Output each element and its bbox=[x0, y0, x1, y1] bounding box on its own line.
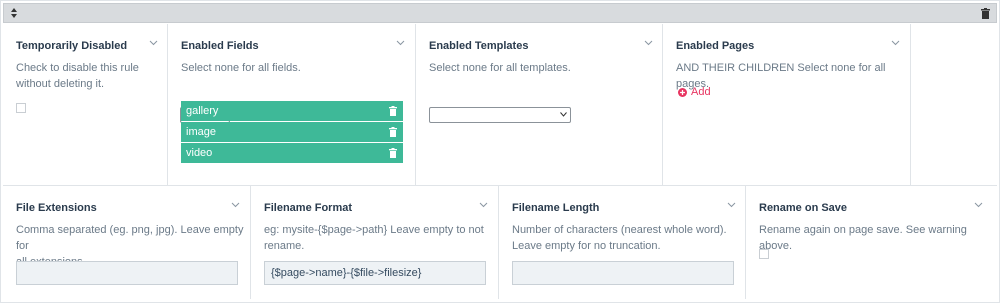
temporarily-disabled-checkbox[interactable] bbox=[16, 103, 26, 113]
trash-icon[interactable] bbox=[389, 127, 397, 137]
enabled-templates-cell: Enabled Templates Select none for all te… bbox=[416, 24, 663, 185]
filename-length-cell: Filename Length Number of characters (ne… bbox=[499, 186, 746, 299]
enabled-fields-title: Enabled Fields bbox=[181, 40, 259, 52]
file-extensions-title: File Extensions bbox=[16, 202, 97, 214]
enabled-fields-desc: Select none for all fields. bbox=[181, 62, 301, 74]
enabled-templates-desc: Select none for all templates. bbox=[429, 62, 571, 74]
chevron-down-icon[interactable] bbox=[149, 40, 158, 46]
chevron-down-icon[interactable] bbox=[974, 202, 983, 208]
field-tag-video[interactable]: video bbox=[181, 143, 403, 163]
temporarily-disabled-title: Temporarily Disabled bbox=[16, 40, 128, 52]
chevron-down-icon[interactable] bbox=[727, 202, 736, 208]
field-tag-image[interactable]: image bbox=[181, 122, 403, 142]
rule-row-1: Temporarily Disabled Check to disable th… bbox=[3, 24, 997, 185]
filename-length-input[interactable] bbox=[512, 261, 734, 285]
enabled-pages-title: Enabled Pages bbox=[676, 40, 755, 52]
enabled-templates-title: Enabled Templates bbox=[429, 40, 529, 52]
field-tag-gallery[interactable]: gallery bbox=[181, 101, 403, 121]
chevron-down-icon[interactable] bbox=[396, 40, 405, 46]
temporarily-disabled-cell: Temporarily Disabled Check to disable th… bbox=[3, 24, 168, 185]
sort-arrows-icon[interactable] bbox=[10, 7, 18, 19]
temporarily-disabled-desc: Check to disable this rule without delet… bbox=[16, 62, 139, 90]
filename-format-input[interactable]: {$page->name}-{$file->filesize} bbox=[264, 261, 486, 285]
chevron-down-icon bbox=[560, 112, 567, 117]
trash-icon[interactable] bbox=[389, 148, 397, 158]
rename-on-save-desc: Rename again on page save. See warning a… bbox=[759, 224, 967, 252]
rename-on-save-checkbox[interactable] bbox=[759, 249, 769, 259]
chevron-down-icon[interactable] bbox=[479, 202, 488, 208]
rule-header-bar[interactable] bbox=[3, 3, 997, 23]
chevron-down-icon[interactable] bbox=[644, 40, 653, 46]
rename-on-save-title: Rename on Save bbox=[759, 202, 848, 214]
rule-row-2: File Extensions Comma separated (eg. png… bbox=[3, 185, 997, 299]
chevron-down-icon[interactable] bbox=[891, 40, 900, 46]
trash-icon[interactable] bbox=[981, 8, 990, 19]
enabled-pages-cell: Enabled Pages AND THEIR CHILDREN Select … bbox=[663, 24, 911, 185]
file-extensions-input[interactable] bbox=[16, 261, 238, 285]
enabled-pages-desc: AND THEIR CHILDREN Select none for all p… bbox=[676, 62, 886, 90]
file-extensions-cell: File Extensions Comma separated (eg. png… bbox=[3, 186, 251, 299]
filename-length-title: Filename Length bbox=[512, 202, 600, 214]
rename-on-save-cell: Rename on Save Rename again on page save… bbox=[746, 186, 997, 299]
filename-format-cell: Filename Format eg: mysite-{$page->path}… bbox=[251, 186, 499, 299]
trash-icon[interactable] bbox=[389, 106, 397, 116]
rule-panel: Temporarily Disabled Check to disable th… bbox=[0, 0, 1000, 303]
add-page-link[interactable]: Add bbox=[678, 86, 711, 98]
plus-circle-icon bbox=[678, 87, 687, 97]
filename-format-desc: eg: mysite-{$page->path} Leave empty to … bbox=[264, 224, 484, 252]
chevron-down-icon[interactable] bbox=[231, 202, 240, 208]
enabled-templates-select[interactable] bbox=[429, 107, 571, 123]
filename-format-title: Filename Format bbox=[264, 202, 353, 214]
filename-length-desc: Number of characters (nearest whole word… bbox=[512, 224, 727, 252]
